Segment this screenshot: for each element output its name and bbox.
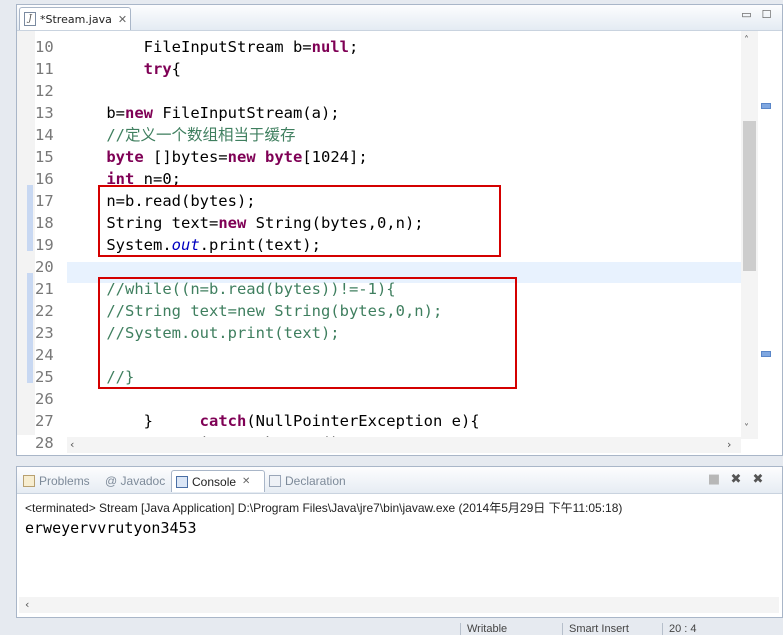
scroll-left-icon[interactable]: ‹ xyxy=(70,438,74,451)
line-number: 17 xyxy=(35,192,54,210)
status-writable: Writable xyxy=(460,623,563,635)
overview-ruler xyxy=(759,31,781,435)
line-number: 16 xyxy=(35,170,54,188)
editor-pane: J *Stream.java ✕ ▭ ☐ 10 11 12 13 14 15 16 17 18 1… xyxy=(16,4,783,456)
scroll-up-icon[interactable]: ˄ xyxy=(744,35,749,46)
scroll-down-icon[interactable]: ˅ xyxy=(744,423,749,434)
annotation-ruler xyxy=(17,31,35,435)
close-icon[interactable]: ✕ xyxy=(242,476,250,487)
code-line[interactable]: b=new FileInputStream(a); xyxy=(69,102,339,124)
line-number: 20 xyxy=(35,258,54,276)
change-marker xyxy=(27,273,33,383)
overview-marker[interactable] xyxy=(761,351,771,357)
java-file-icon: J xyxy=(24,12,36,26)
line-number: 23 xyxy=(35,324,54,342)
line-number: 11 xyxy=(35,60,54,78)
change-marker xyxy=(27,229,33,251)
terminated-status: <terminated> Stream [Java Application] D… xyxy=(25,501,623,515)
tab-console[interactable]: Console ✕ xyxy=(171,470,265,492)
line-number: 13 xyxy=(35,104,54,122)
code-line[interactable]: } catch(NullPointerException e){ xyxy=(69,410,480,432)
scroll-right-icon[interactable]: › xyxy=(727,438,731,451)
line-number: 26 xyxy=(35,390,54,408)
scrollbar-thumb[interactable] xyxy=(743,121,756,271)
line-number: 10 xyxy=(35,38,54,56)
code-line[interactable]: //定义一个数组相当于缓存 xyxy=(69,124,295,146)
tab-title: *Stream.java xyxy=(40,12,112,26)
console-horizontal-scrollbar[interactable]: ‹ xyxy=(19,597,779,613)
horizontal-scrollbar[interactable]: ‹ › xyxy=(67,437,741,453)
editor-tab-bar: J *Stream.java ✕ ▭ ☐ xyxy=(17,5,782,31)
remove-all-terminated-icon[interactable]: ✖ xyxy=(751,473,765,487)
line-number: 19 xyxy=(35,236,54,254)
close-icon[interactable]: ✕ xyxy=(118,13,127,26)
change-marker xyxy=(27,207,33,229)
code-line[interactable]: byte []bytes=new byte[1024]; xyxy=(69,146,367,168)
line-number: 18 xyxy=(35,214,54,232)
maximize-icon[interactable]: ☐ xyxy=(760,9,773,21)
tab-label: @ Javadoc xyxy=(105,474,166,488)
tab-stream-java[interactable]: J *Stream.java ✕ xyxy=(19,7,131,30)
remove-launch-icon[interactable]: ✖ xyxy=(729,473,743,487)
tab-problems[interactable]: Problems xyxy=(23,470,90,492)
scroll-left-icon[interactable]: ‹ xyxy=(25,598,29,611)
code-line[interactable]: FileInputStream b=null; xyxy=(69,36,359,58)
line-number: 25 xyxy=(35,368,54,386)
line-number: 27 xyxy=(35,412,54,430)
minimize-icon[interactable]: ▭ xyxy=(740,9,753,21)
tab-label: Console xyxy=(192,474,237,489)
tab-declaration[interactable]: Declaration xyxy=(269,470,346,492)
line-number: 12 xyxy=(35,82,54,100)
vertical-scrollbar[interactable]: ˄ ˅ xyxy=(741,31,758,439)
line-number: 15 xyxy=(35,148,54,166)
view-tab-bar: Problems @ Javadoc Console ✕ Declaration… xyxy=(17,467,782,494)
highlight-box-active-code xyxy=(98,185,501,257)
line-number: 24 xyxy=(35,346,54,364)
line-number: 22 xyxy=(35,302,54,320)
tab-label: Problems xyxy=(39,474,90,488)
status-cursor-position: 20 : 4 xyxy=(662,623,779,635)
line-number: 21 xyxy=(35,280,54,298)
terminate-icon[interactable]: ■ xyxy=(707,473,721,487)
code-line[interactable]: try{ xyxy=(69,58,181,80)
overview-marker[interactable] xyxy=(761,103,771,109)
console-view: Problems @ Javadoc Console ✕ Declaration… xyxy=(16,466,783,618)
line-number: 14 xyxy=(35,126,54,144)
declaration-icon xyxy=(269,475,281,487)
change-marker xyxy=(27,185,33,207)
line-number: 28 xyxy=(35,434,54,452)
console-output[interactable]: erweyervvrutyon3453 xyxy=(25,519,197,537)
tab-label: Declaration xyxy=(285,474,346,488)
highlight-box-commented-code xyxy=(98,277,517,389)
console-icon xyxy=(176,475,188,488)
tab-javadoc[interactable]: @ Javadoc xyxy=(105,470,165,492)
problems-icon xyxy=(23,475,35,487)
status-insert-mode: Smart Insert xyxy=(562,623,665,635)
status-bar: Writable Smart Insert 20 : 4 xyxy=(0,620,783,635)
